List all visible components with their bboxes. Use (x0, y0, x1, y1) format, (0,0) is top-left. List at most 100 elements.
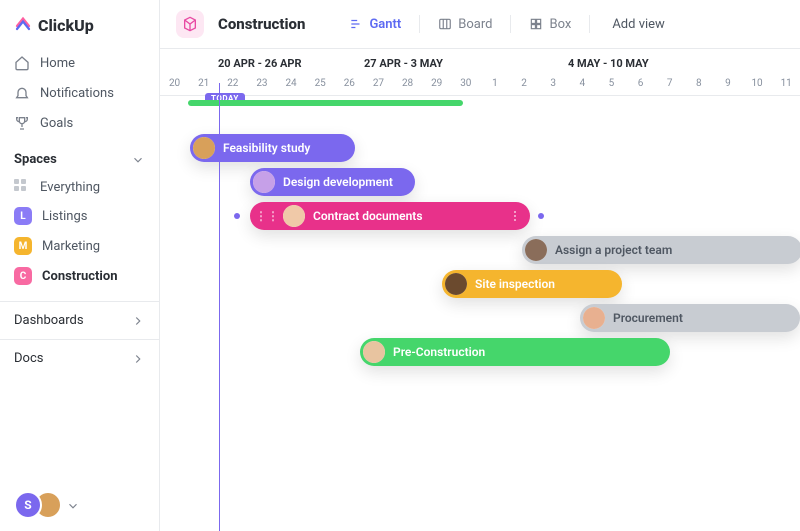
drag-handle-icon[interactable]: ⋮⋮ (255, 209, 279, 223)
task-label: Pre-Construction (393, 345, 485, 359)
sidebar-space-label: Construction (42, 269, 118, 284)
add-view-button[interactable]: Add view (598, 11, 673, 38)
sidebar-user-avatars[interactable]: S (0, 479, 159, 531)
day-cell: 6 (626, 74, 655, 95)
project-icon (176, 10, 204, 38)
task-bar-pre-construction[interactable]: Pre-Construction (360, 338, 670, 366)
task-label: Procurement (613, 311, 683, 325)
day-cell: 20 (160, 74, 189, 95)
gantt-day-header: TODAY 2021222324252627282930123456789101… (160, 74, 800, 96)
day-cell: 8 (684, 74, 713, 95)
sidebar-space-listings[interactable]: L Listings (0, 201, 159, 231)
bell-icon (14, 85, 30, 101)
task-bar-design[interactable]: Design development (250, 168, 415, 196)
day-cell: 1 (480, 74, 509, 95)
avatar: S (14, 491, 42, 519)
overall-progress-bar (188, 100, 463, 106)
avatar-icon (253, 171, 275, 193)
brand-logo[interactable]: ClickUp (0, 0, 159, 46)
day-cell: 30 (451, 74, 480, 95)
dependency-dot[interactable] (234, 213, 240, 219)
nav-notifications-label: Notifications (40, 86, 114, 101)
task-bar-contract[interactable]: ⋮⋮ Contract documents (250, 202, 530, 230)
day-cell: 26 (335, 74, 364, 95)
gantt-body: Feasibility study Design development ⋮⋮ … (160, 96, 800, 372)
day-cell: 4 (568, 74, 597, 95)
tab-box[interactable]: Box (519, 11, 581, 38)
sidebar-space-label: Marketing (42, 239, 100, 254)
page-title: Construction (218, 15, 305, 33)
tab-label: Box (549, 17, 571, 32)
topbar: Construction Gantt Board Box (160, 0, 800, 49)
tab-board[interactable]: Board (428, 11, 502, 38)
avatar-icon (283, 205, 305, 227)
day-cell: 23 (247, 74, 276, 95)
gantt-range-header: 20 APR - 26 APR 27 APR - 3 MAY 4 MAY - 1… (160, 49, 800, 74)
tab-label: Board (458, 17, 492, 32)
divider (510, 15, 511, 33)
day-cell: 27 (364, 74, 393, 95)
today-line (219, 83, 220, 531)
sidebar-docs-label: Docs (14, 351, 43, 366)
day-cell: 10 (743, 74, 772, 95)
day-cell: 2 (510, 74, 539, 95)
task-label: Design development (283, 175, 393, 189)
day-cell: 29 (422, 74, 451, 95)
avatar-icon (363, 341, 385, 363)
clickup-logo-icon (14, 14, 32, 36)
sidebar-space-construction[interactable]: C Construction (0, 261, 159, 291)
task-label: Assign a project team (555, 243, 672, 257)
avatar-icon (525, 239, 547, 261)
add-view-label: Add view (612, 17, 665, 32)
day-cell: 24 (277, 74, 306, 95)
day-cell: 25 (306, 74, 335, 95)
chevron-right-icon (131, 352, 145, 366)
avatar-icon (445, 273, 467, 295)
nav-goals-label: Goals (40, 116, 73, 131)
sidebar-everything-label: Everything (40, 180, 100, 195)
nav-home[interactable]: Home (0, 48, 159, 78)
space-badge-m: M (14, 237, 32, 255)
task-bar-assign-team[interactable]: Assign a project team (522, 236, 800, 264)
day-cell: 9 (713, 74, 742, 95)
nav-goals[interactable]: Goals (0, 108, 159, 138)
tab-label: Gantt (369, 17, 401, 32)
sidebar-docs[interactable]: Docs (0, 339, 159, 377)
day-cell: 3 (539, 74, 568, 95)
nav-notifications[interactable]: Notifications (0, 78, 159, 108)
spaces-header[interactable]: Spaces (0, 140, 159, 173)
day-cell: 22 (218, 74, 247, 95)
space-badge-c: C (14, 267, 32, 285)
grid-icon (14, 179, 30, 195)
avatar-icon (583, 307, 605, 329)
day-cell: 5 (597, 74, 626, 95)
gantt-icon (349, 17, 363, 31)
gantt-chart[interactable]: 20 APR - 26 APR 27 APR - 3 MAY 4 MAY - 1… (160, 49, 800, 531)
tab-gantt[interactable]: Gantt (339, 11, 411, 38)
range-label: 27 APR - 3 MAY (364, 49, 568, 74)
range-label: 4 MAY - 10 MAY (568, 49, 800, 74)
main: Construction Gantt Board Box (160, 0, 800, 531)
chevron-right-icon (131, 314, 145, 328)
day-cell: 11 (772, 74, 800, 95)
task-label: Feasibility study (223, 141, 310, 155)
divider (589, 15, 590, 33)
avatar-icon (193, 137, 215, 159)
task-label: Site inspection (475, 277, 555, 291)
brand-name: ClickUp (38, 16, 94, 35)
task-bar-site-inspection[interactable]: Site inspection (442, 270, 622, 298)
sidebar-everything[interactable]: Everything (0, 173, 159, 201)
sidebar-dashboards-label: Dashboards (14, 313, 84, 328)
sidebar-dashboards[interactable]: Dashboards (0, 301, 159, 339)
task-bar-procurement[interactable]: Procurement (580, 304, 800, 332)
day-cell: 28 (393, 74, 422, 95)
board-icon (438, 17, 452, 31)
sidebar-space-label: Listings (42, 209, 87, 224)
task-label: Contract documents (313, 209, 423, 223)
task-bar-feasibility[interactable]: Feasibility study (190, 134, 355, 162)
box-icon (529, 17, 543, 31)
drag-handle-icon[interactable] (508, 211, 516, 221)
sidebar-space-marketing[interactable]: M Marketing (0, 231, 159, 261)
dependency-dot[interactable] (538, 213, 544, 219)
nav-home-label: Home (40, 56, 75, 71)
